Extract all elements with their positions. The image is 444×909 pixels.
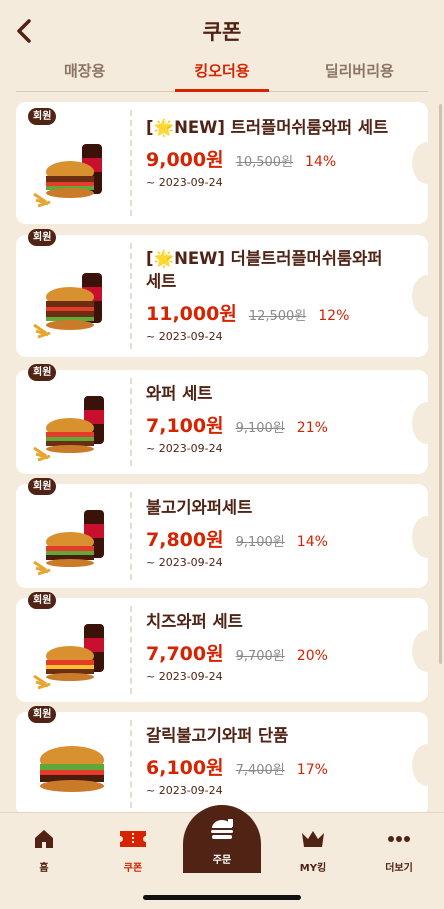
crown-icon [302, 831, 324, 847]
coupon-info: [🌟NEW] 더블트러플머쉬룸와퍼 세트 11,000원 12,500원 12%… [146, 247, 398, 343]
burger-set-image [33, 144, 102, 208]
more-icon [388, 836, 410, 842]
coupon-info: 치즈와퍼 세트 7,700원 9,700원 20% ~ 2023-09-24 [146, 610, 398, 683]
expiry-date: ~ 2023-09-24 [146, 556, 223, 569]
expiry-date: ~ 2023-09-24 [146, 442, 223, 455]
coupon-name: 치즈와퍼 세트 [146, 612, 243, 631]
burger-image [40, 746, 104, 792]
app-header: 쿠폰 매장용 킹오더용 딜리버리용 [0, 0, 444, 95]
tab-bar: 매장용 킹오더용 딜리버리용 [16, 56, 428, 92]
home-icon [35, 830, 53, 848]
coupon-icon [120, 831, 146, 847]
tab-delivery[interactable]: 딜리버리용 [291, 56, 428, 91]
coupon-info: 불고기와퍼세트 7,800원 9,100원 14% ~ 2023-09-24 [146, 496, 398, 569]
page-title: 쿠폰 [202, 20, 242, 44]
member-badge: 회원 [28, 108, 57, 125]
member-badge: 회원 [28, 478, 57, 495]
nav-order-label: 주문 [212, 855, 232, 866]
discount-rate: 17% [296, 762, 328, 778]
original-price: 9,100원 [235, 535, 285, 550]
coupon-info: [🌟NEW] 트러플머쉬룸와퍼 세트 9,000원 10,500원 14% ~ … [146, 116, 398, 189]
scrollbar[interactable] [439, 104, 442, 664]
nav-order-button[interactable]: 주문 [183, 805, 261, 873]
coupon-name: 와퍼 세트 [146, 384, 213, 403]
sale-price: 7,700원 [146, 643, 224, 665]
coupon-name: 갈릭불고기와퍼 단품 [146, 726, 289, 745]
burger-set-image [33, 624, 104, 690]
coupon-list[interactable]: 회원 [🌟NEW] 트러플머쉬룸와퍼 세트 9,000원 10,500원 14%… [0, 100, 444, 812]
coupon-card[interactable]: 회원 치즈와퍼 세트 7,700원 9,700원 20% ~ 2023-09-2… [16, 592, 442, 702]
expiry-date: ~ 2023-09-24 [146, 176, 223, 189]
member-badge: 회원 [28, 706, 57, 723]
coupon-name: [🌟NEW] 트러플머쉬룸와퍼 세트 [146, 118, 389, 137]
burger-set-image [33, 396, 104, 462]
coupon-name: [🌟NEW] 더블트러플머쉬룸와퍼 세트 [146, 249, 383, 291]
coupon-name: 불고기와퍼세트 [146, 498, 253, 517]
coupon-card[interactable]: 회원 불고기와퍼세트 7,800원 9,100원 14% ~ 2023-09-2… [16, 478, 442, 588]
coupon-card[interactable]: 회원 갈릭불고기와퍼 단품 6,100원 7,400원 17% ~ 2023-0… [16, 706, 442, 812]
original-price: 10,500원 [235, 155, 294, 170]
coupon-info: 와퍼 세트 7,100원 9,100원 21% ~ 2023-09-24 [146, 382, 398, 455]
coupon-card[interactable]: 회원 [🌟NEW] 트러플머쉬룸와퍼 세트 9,000원 10,500원 14%… [16, 102, 442, 224]
coupon-card[interactable]: 회원 [🌟NEW] 더블트러플머쉬룸와퍼 세트 11,000원 12,500원 … [16, 229, 442, 357]
member-badge: 회원 [28, 592, 57, 609]
burger-set-image [33, 510, 104, 576]
nav-more-label: 더보기 [385, 863, 413, 874]
burger-set-image [33, 273, 102, 339]
burger-icon [211, 819, 233, 839]
expiry-date: ~ 2023-09-24 [146, 670, 223, 683]
member-badge: 회원 [28, 229, 57, 246]
nav-home[interactable]: 홈 [14, 827, 74, 874]
tab-king-order[interactable]: 킹오더용 [153, 56, 290, 92]
member-badge: 회원 [28, 364, 57, 381]
nav-coupon-label: 쿠폰 [123, 863, 143, 874]
home-indicator [143, 895, 301, 900]
tab-store[interactable]: 매장용 [16, 56, 153, 91]
expiry-date: ~ 2023-09-24 [146, 330, 223, 343]
coupon-info: 갈릭불고기와퍼 단품 6,100원 7,400원 17% ~ 2023-09-2… [146, 724, 398, 797]
discount-rate: 14% [296, 534, 328, 550]
original-price: 12,500원 [248, 309, 307, 324]
nav-myking[interactable]: MY킹 [283, 827, 343, 874]
original-price: 9,700원 [235, 649, 285, 664]
sale-price: 11,000원 [146, 303, 237, 325]
nav-myking-label: MY킹 [299, 863, 327, 874]
coupon-card[interactable]: 회원 와퍼 세트 7,100원 9,100원 21% ~ 2023-09-24 [16, 364, 442, 474]
original-price: 7,400원 [235, 763, 285, 778]
nav-coupon[interactable]: 쿠폰 [103, 827, 163, 874]
discount-rate: 12% [318, 308, 350, 324]
discount-rate: 20% [296, 648, 328, 664]
discount-rate: 21% [296, 420, 328, 436]
nav-more[interactable]: 더보기 [369, 827, 429, 874]
discount-rate: 14% [305, 154, 337, 170]
sale-price: 6,100원 [146, 757, 224, 779]
sale-price: 7,100원 [146, 415, 224, 437]
original-price: 9,100원 [235, 421, 285, 436]
sale-price: 9,000원 [146, 149, 224, 171]
nav-home-label: 홈 [39, 863, 49, 874]
sale-price: 7,800원 [146, 529, 224, 551]
expiry-date: ~ 2023-09-24 [146, 784, 223, 797]
